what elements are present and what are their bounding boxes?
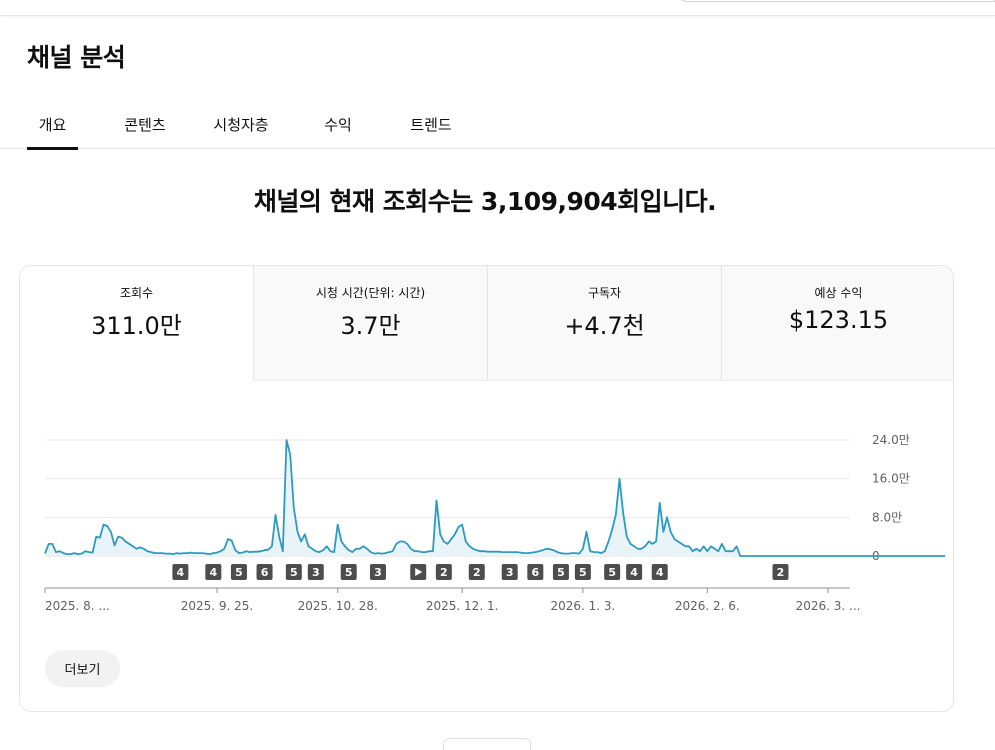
y-tick-label: 16.0만 xyxy=(872,472,910,486)
metric-subscribers-label: 구독자 xyxy=(587,286,622,300)
video-marker-count: 5 xyxy=(557,566,565,579)
tab-trends[interactable]: 트렌드 xyxy=(401,100,461,149)
video-marker[interactable]: 6 xyxy=(527,564,544,580)
metric-watch-time[interactable]: 시청 시간(단위: 시간) 3.7만 xyxy=(253,266,487,381)
video-marker[interactable]: 4 xyxy=(651,564,668,580)
views-series-line xyxy=(44,439,946,557)
video-marker[interactable]: 2 xyxy=(468,564,485,580)
video-marker-count: 6 xyxy=(531,566,539,579)
video-marker[interactable]: 4 xyxy=(172,564,189,580)
search-box-edge[interactable] xyxy=(677,0,995,2)
video-marker[interactable]: 6 xyxy=(256,564,273,580)
top-bar xyxy=(0,0,995,16)
y-tick-label: 8.0만 xyxy=(872,510,902,524)
page-title: 채널 분석 xyxy=(27,43,126,72)
video-marker-count: 5 xyxy=(579,566,587,579)
metric-watch-time-value: 3.7만 xyxy=(340,312,401,340)
video-marker-count: 4 xyxy=(656,566,664,579)
video-marker[interactable]: 4 xyxy=(626,564,643,580)
bottom-pill-edge xyxy=(443,738,531,750)
metric-revenue-value: $123.15 xyxy=(788,306,889,334)
video-marker-play[interactable] xyxy=(410,564,427,580)
video-marker-count: 4 xyxy=(177,566,185,579)
views-chart: 24.0만 16.0만 8.0만 0 2025. 8. ... 2025. 9. 25. 2… xyxy=(20,381,953,621)
video-marker[interactable]: 5 xyxy=(285,564,302,580)
metric-subscribers-value: +4.7천 xyxy=(564,312,645,340)
video-marker[interactable]: 5 xyxy=(552,564,569,580)
tab-revenue[interactable]: 수익 xyxy=(313,100,363,149)
metric-views[interactable]: 조회수 311.0만 xyxy=(20,266,253,381)
metric-views-value: 311.0만 xyxy=(91,312,182,340)
video-marker[interactable]: 5 xyxy=(574,564,591,580)
views-chart-svg: 24.0만16.0만8.0만02025. 8. ... 2025. 9. 25. 2… xyxy=(44,433,946,613)
x-tick-label: 2026. 3. ... xyxy=(796,599,861,613)
video-marker-count: 2 xyxy=(473,566,481,579)
metric-estimated-revenue[interactable]: 예상 수익 $123.15 xyxy=(721,266,953,381)
video-marker-count: 4 xyxy=(630,566,638,579)
tab-overview[interactable]: 개요 xyxy=(27,100,78,150)
views-area xyxy=(45,440,946,556)
video-marker-count: 6 xyxy=(261,566,269,579)
video-marker-count: 2 xyxy=(777,566,785,579)
video-marker-count: 5 xyxy=(345,566,353,579)
metric-subscribers[interactable]: 구독자 +4.7천 xyxy=(487,266,721,381)
video-marker-count: 2 xyxy=(440,566,448,579)
video-marker[interactable]: 5 xyxy=(604,564,621,580)
x-tick-label: 2026. 2. 6. xyxy=(675,599,740,613)
metric-revenue-label: 예상 수익 xyxy=(814,286,863,300)
more-button[interactable]: 더보기 xyxy=(45,650,120,687)
video-marker-count: 4 xyxy=(209,566,217,579)
tab-audience[interactable]: 시청자층 xyxy=(205,100,277,149)
video-marker[interactable]: 5 xyxy=(340,564,357,580)
video-marker-count: 3 xyxy=(312,566,320,579)
video-marker-count: 3 xyxy=(374,566,382,579)
y-tick-label: 24.0만 xyxy=(872,433,910,447)
video-marker[interactable]: 5 xyxy=(230,564,247,580)
video-marker-count: 5 xyxy=(608,566,616,579)
analytics-card: 조회수 311.0만 시청 시간(단위: 시간) 3.7만 구독자 +4.7천 … xyxy=(19,265,954,712)
tab-content[interactable]: 콘텐츠 xyxy=(115,100,175,149)
video-marker[interactable]: 3 xyxy=(307,564,324,580)
video-marker[interactable]: 4 xyxy=(205,564,222,580)
x-tick-label: 2025. 9. 25. xyxy=(181,599,254,613)
metric-watch-time-label: 시청 시간(단위: 시간) xyxy=(315,286,426,300)
x-tick-label: 2026. 1. 3. xyxy=(550,599,615,613)
x-tick-label: 2025. 10. 28. xyxy=(298,599,378,613)
video-marker-count: 5 xyxy=(290,566,298,579)
metric-views-label: 조회수 xyxy=(119,286,154,300)
metric-tabs: 조회수 311.0만 시청 시간(단위: 시간) 3.7만 구독자 +4.7천 … xyxy=(20,266,953,381)
video-marker[interactable]: 2 xyxy=(772,564,789,580)
video-marker[interactable]: 2 xyxy=(435,564,452,580)
total-views-headline: 채널의 현재 조회수는 3,109,904회입니다. xyxy=(253,187,717,216)
x-tick-label: 2025. 8. ... xyxy=(45,599,110,613)
video-marker[interactable]: 3 xyxy=(369,564,386,580)
tab-bar: 개요 콘텐츠 시청자층 수익 트렌드 xyxy=(0,100,995,150)
x-tick-label: 2025. 12. 1. xyxy=(426,599,499,613)
video-marker[interactable]: 3 xyxy=(501,564,518,580)
video-marker-count: 5 xyxy=(235,566,243,579)
video-marker-count: 3 xyxy=(506,566,514,579)
